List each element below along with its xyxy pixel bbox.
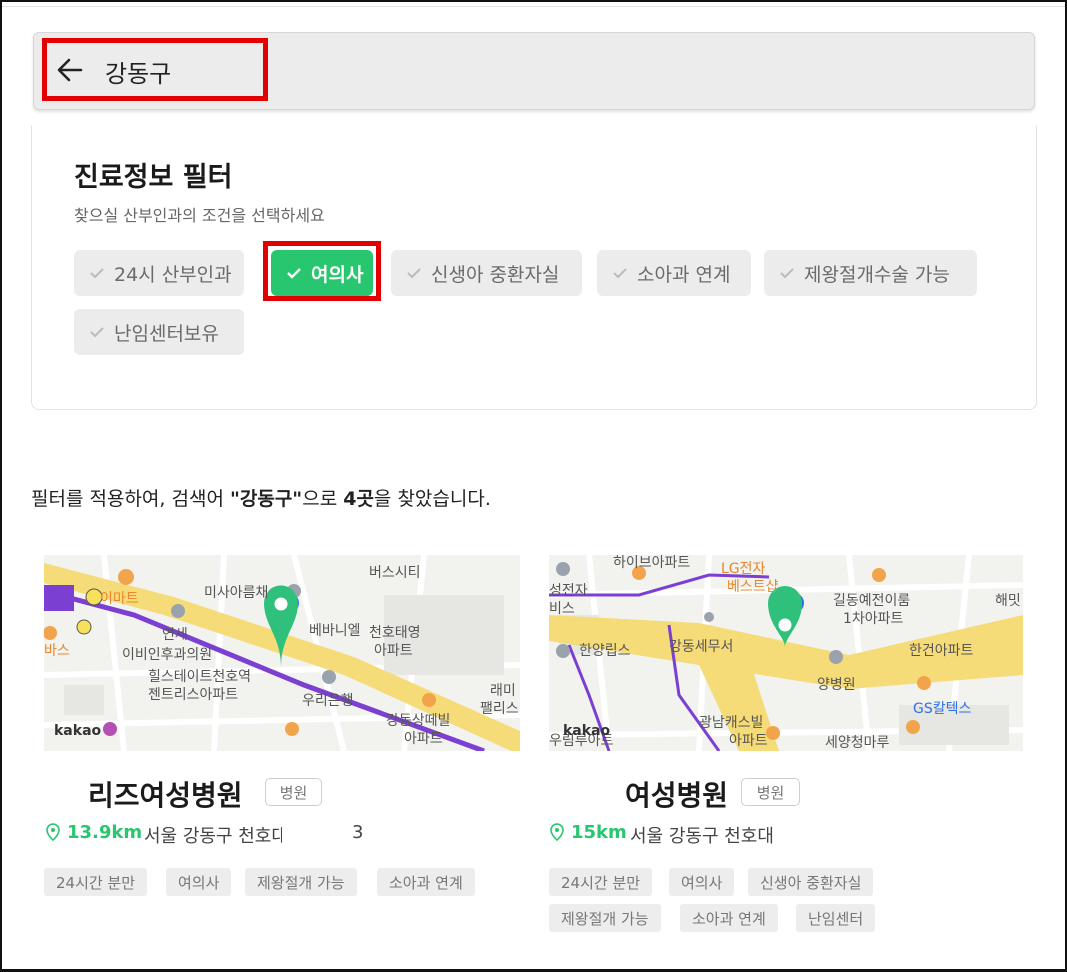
map-label: 팰리스: [480, 701, 519, 717]
tag: 소아과 연계: [680, 904, 778, 932]
map-label-emart: 이마트: [100, 591, 139, 607]
check-icon: [613, 268, 627, 279]
map-label: 천호태영: [369, 625, 421, 641]
result-query: "강동구": [229, 488, 303, 510]
kakao-logo: kakao: [54, 723, 102, 739]
map-label: 성전자: [549, 583, 588, 599]
filter-chip-24h[interactable]: 24시 산부인과: [74, 250, 244, 296]
result-summary: 필터를 적용하여, 검색어 "강동구"으로 4곳을 찾았습니다.: [31, 484, 491, 511]
location-pin-icon: [46, 823, 60, 841]
chip-label: 24시 산부인과: [114, 263, 232, 286]
card-2-name[interactable]: 여성병원: [625, 774, 728, 814]
map-label: 버스시티: [369, 565, 421, 581]
location-pin-icon: [550, 823, 564, 841]
tag: 제왕절개 가능: [549, 904, 661, 932]
chip-label: 소아과 연계: [637, 263, 731, 286]
map-thumbnail-1[interactable]: 이마트 미사아름채 버스시티 연세 이비인후과의원 베바니엘 천호태영 아파트 …: [44, 555, 520, 751]
check-icon: [407, 268, 421, 279]
map-label: 세양청마루: [825, 735, 890, 751]
redacted-area: [44, 770, 88, 810]
top-divider: [2, 6, 1065, 7]
map-label: GS칼텍스: [913, 701, 971, 717]
map-graphic: 이마트 미사아름채 버스시티 연세 이비인후과의원 베바니엘 천호태영 아파트 …: [44, 555, 520, 751]
result-middle: 으로: [302, 488, 344, 510]
map-label: 하이브아파트: [613, 555, 690, 571]
tag: 24시간 분만: [549, 868, 653, 896]
map-label: LG전자: [721, 561, 766, 577]
map-label: 미사아름채: [204, 585, 268, 601]
map-label: 한양립스: [579, 643, 631, 659]
highlight-chip-box: [263, 241, 381, 301]
map-thumbnail-2[interactable]: 하이브아파트 LG전자 베스트샵 성전자 비스 길동예전이룸 1차아파트 해밋 …: [549, 555, 1023, 751]
tag: 제왕절개 가능: [245, 868, 357, 896]
tag: 여의사: [166, 868, 232, 896]
map-label: 래미: [490, 683, 516, 699]
map-label: 우리은행: [302, 693, 354, 709]
tag: 난임센터: [796, 904, 876, 932]
filter-chip-pediatrics[interactable]: 소아과 연계: [597, 250, 751, 296]
map-label: 연세: [162, 627, 188, 643]
check-icon: [780, 268, 794, 279]
result-count: 4곳: [343, 488, 374, 510]
map-label: 베바니엘: [309, 623, 361, 639]
map-graphic: 하이브아파트 LG전자 베스트샵 성전자 비스 길동예전이룸 1차아파트 해밋 …: [549, 555, 1023, 751]
check-icon: [90, 327, 104, 338]
map-label: 양병원: [817, 677, 856, 693]
map-label: 아파트: [374, 643, 413, 659]
map-label: 아파트: [404, 731, 443, 747]
redacted-area: [549, 770, 625, 810]
highlight-search-box: [42, 38, 268, 101]
map-label: 베스트샵: [727, 579, 779, 595]
map-label: 아파트: [729, 733, 768, 749]
filter-subtitle: 찾으실 산부인과의 조건을 선택하세요: [74, 206, 325, 225]
filter-chip-fertility[interactable]: 난임센터보유: [74, 309, 244, 355]
filter-chip-nicu[interactable]: 신생아 중환자실: [391, 250, 582, 296]
card-1-address-tail: 3: [352, 822, 364, 843]
check-icon: [90, 268, 104, 279]
map-label: 길동예전이룸: [833, 593, 910, 609]
kakao-logo: kakao: [563, 723, 611, 739]
card-1-address: 서울 강동구 천호대: [144, 826, 288, 847]
map-label: 비스: [549, 601, 575, 617]
chip-label: 난임센터보유: [114, 322, 219, 345]
result-suffix: 을 찾았습니다.: [373, 488, 491, 510]
map-label: 1차아파트: [843, 611, 904, 627]
map-label: 한건아파트: [909, 643, 974, 659]
tag: 소아과 연계: [377, 868, 475, 896]
map-label: 바스: [44, 643, 70, 659]
map-label: 광남캐스빌: [699, 715, 763, 731]
map-label: 강동세무서: [669, 639, 733, 655]
card-1-distance: 13.9km: [67, 822, 143, 843]
chip-label: 신생아 중환자실: [431, 263, 560, 286]
tag: 24시간 분만: [44, 868, 148, 896]
map-label: 해밋: [995, 593, 1021, 609]
map-label: 힐스테이트천호역: [148, 669, 251, 685]
tag: 신생아 중환자실: [748, 868, 874, 896]
chip-label: 제왕절개수술 가능: [804, 263, 950, 286]
result-prefix: 필터를 적용하여, 검색어: [31, 488, 230, 510]
filter-chip-c-section[interactable]: 제왕절개수술 가능: [764, 250, 977, 296]
card-2-distance: 15km: [571, 822, 627, 843]
card-2-address: 서울 강동구 천호대: [630, 826, 774, 847]
map-label: 강동상떼빌: [386, 713, 450, 729]
map-label: 젠트리스아파트: [148, 687, 238, 703]
card-1-type-badge: 병원: [265, 778, 322, 806]
map-label: 이비인후과의원: [122, 647, 212, 663]
tag: 여의사: [669, 868, 735, 896]
card-2-type-badge: 병원: [741, 778, 800, 806]
card-1-name[interactable]: 리즈여성병원: [88, 774, 243, 814]
redacted-area: [282, 820, 352, 846]
filter-title: 진료정보 필터: [74, 162, 233, 193]
